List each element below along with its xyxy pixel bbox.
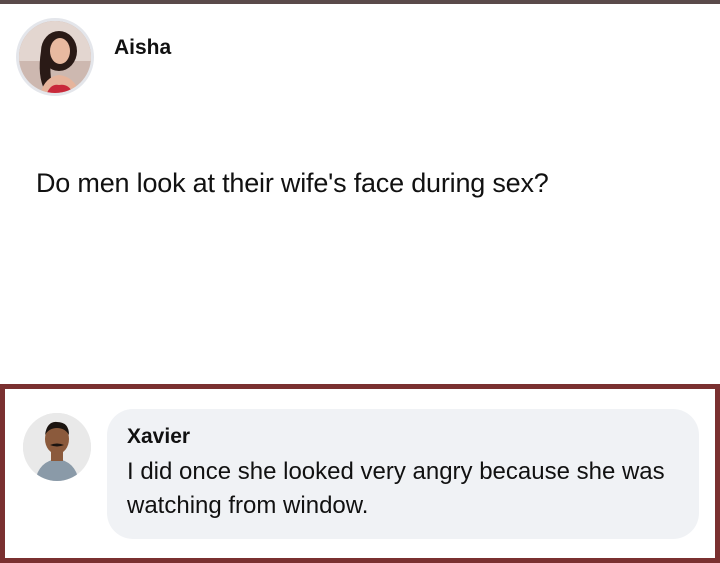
post-header: Aisha: [16, 18, 171, 96]
post-text: Do men look at their wife's face during …: [36, 168, 549, 198]
comment-bubble: Xavier I did once she looked very angry …: [107, 409, 699, 539]
comment-author-name[interactable]: Xavier: [127, 425, 679, 449]
comment-highlight-box: Xavier I did once she looked very angry …: [0, 384, 720, 563]
profile-photo-icon: [23, 413, 91, 481]
avatar[interactable]: [23, 413, 91, 481]
comment-text: I did once she looked very angry because…: [127, 458, 665, 519]
post-author-name[interactable]: Aisha: [114, 36, 171, 60]
top-divider: [0, 0, 720, 4]
avatar[interactable]: [16, 18, 94, 96]
profile-photo-icon: [19, 21, 91, 93]
